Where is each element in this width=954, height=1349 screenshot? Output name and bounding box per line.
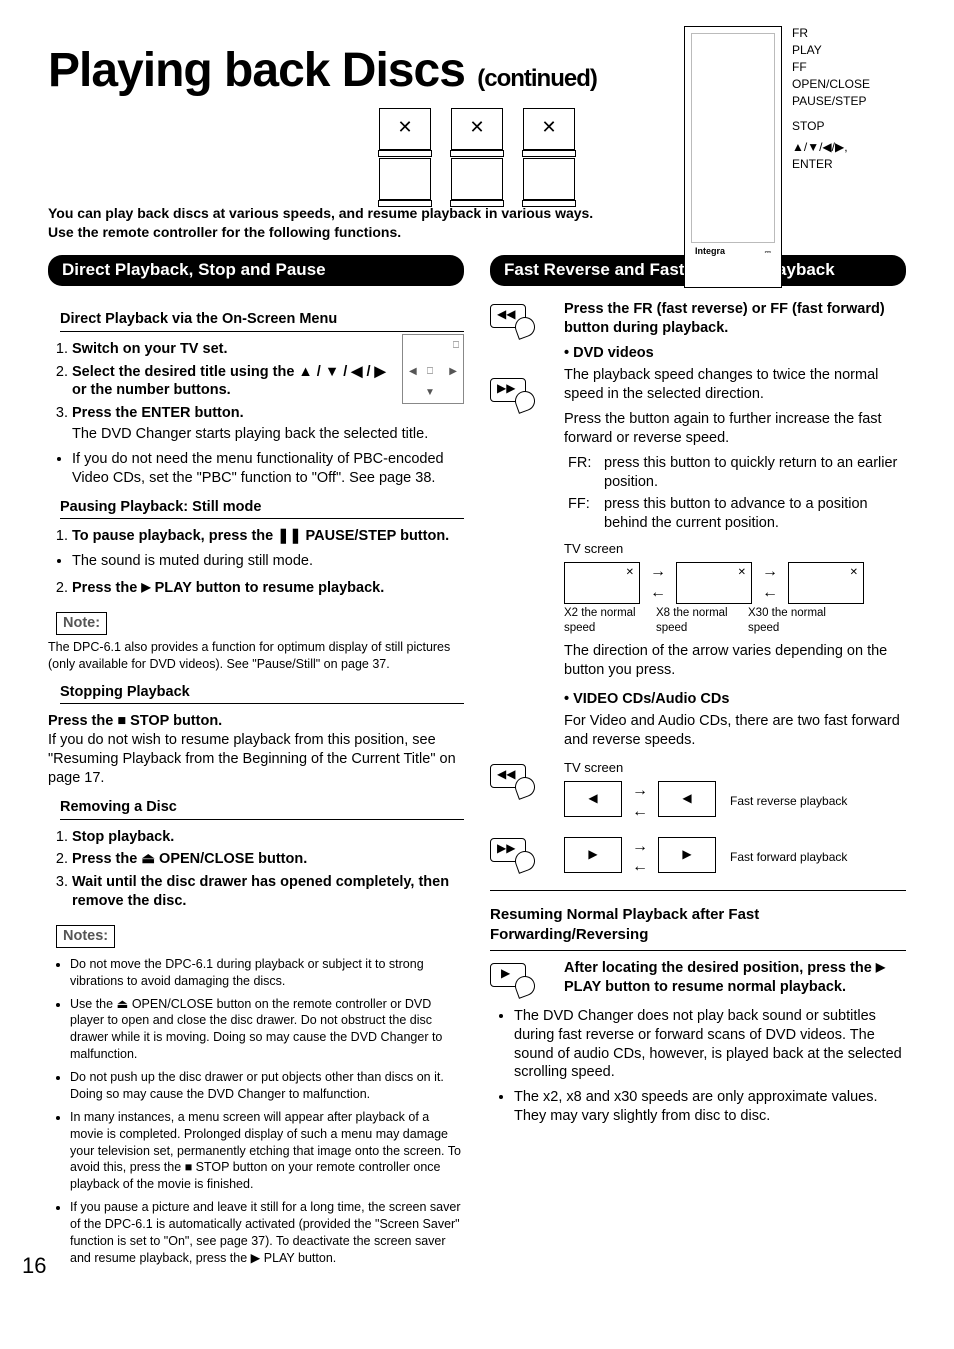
note-4: In many instances, a menu screen will ap…: [70, 1109, 464, 1193]
note-2: Use the ⏏ OPEN/CLOSE button on the remot…: [70, 996, 464, 1064]
fr-button-icon: ◀◀: [490, 304, 526, 328]
step-pause: To pause playback, press the ❚❚ PAUSE/ST…: [72, 528, 449, 544]
speed-diagram: →← →←: [564, 562, 906, 604]
stop-bold: Press the ■ STOP button.: [48, 713, 222, 729]
note-1: Do not move the DPC-6.1 during playback …: [70, 956, 464, 990]
tvscreen-label-2: TV screen: [564, 760, 906, 777]
remote-label-ff: FF: [792, 60, 870, 75]
title-main: Playing back Discs: [48, 44, 465, 97]
step1-3-tail: The DVD Changer starts playing back the …: [72, 425, 464, 444]
fr-button-icon-2: ◀◀: [490, 764, 526, 788]
step4-3: Wait until the disc drawer has opened co…: [72, 874, 449, 909]
subhead-direct-playback: Direct Playback via the On-Screen Menu: [60, 310, 464, 332]
ff-button-icon: ▶▶: [490, 378, 526, 402]
remote-label-pause: PAUSE/STEP: [792, 94, 870, 109]
fwd-diagram: ▶ →← ▶ Fast forward playback: [564, 837, 906, 879]
tvscreen-label-1: TV screen: [564, 541, 906, 558]
speed-x8: X8 the normal speed: [656, 606, 740, 636]
notes-label: Notes:: [56, 925, 115, 948]
play-icon: ▶: [876, 960, 885, 974]
dvd-line2: Press the button again to further increa…: [564, 410, 906, 448]
play-icon: ▶: [141, 580, 150, 594]
speed-x30: X30 the normal speed: [748, 606, 832, 636]
fr-def-label: FR:: [568, 454, 604, 492]
stop-text: If you do not wish to resume playback fr…: [48, 731, 464, 788]
rev-label: Fast reverse playback: [730, 794, 847, 810]
note-5: If you pause a picture and leave it stil…: [70, 1199, 464, 1267]
right-column: Fast Reverse and Fast Forward Playback ◀…: [490, 255, 906, 1273]
step1-2: Select the desired title using the ▲ / ▼…: [72, 364, 386, 399]
bullet-muted: The sound is muted during still mode.: [72, 552, 464, 571]
fwd-label: Fast forward playback: [730, 850, 847, 866]
direction-text: The direction of the arrow varies depend…: [564, 642, 906, 680]
ff-button-icon-2: ▶▶: [490, 838, 526, 862]
ff-def-label: FF:: [568, 495, 604, 533]
page-number: 16: [22, 1252, 46, 1281]
intro-text: You can play back discs at various speed…: [48, 204, 608, 240]
notes-block: Do not move the DPC-6.1 during playback …: [48, 956, 464, 1267]
left-column: Direct Playback, Stop and Pause Direct P…: [48, 255, 464, 1273]
ff-def-text: press this button to advance to a positi…: [604, 495, 906, 533]
vcd-text: For Video and Audio CDs, there are two f…: [564, 712, 906, 750]
rev-diagram: ◀ →← ◀ Fast reverse playback: [564, 781, 906, 823]
step1-3: Press the ENTER button.: [72, 405, 244, 421]
remote-label-fr: FR: [792, 26, 870, 41]
bullet-dvd-videos: • DVD videos: [564, 344, 906, 363]
subhead-resuming: Resuming Normal Playback after Fast Forw…: [490, 905, 906, 944]
mini-remote-icon: ⎕ ◀ ⎕ ▶ ▼: [402, 334, 464, 404]
step4-1: Stop playback.: [72, 829, 174, 845]
resume-bold: After locating the desired position, pre…: [564, 959, 906, 997]
subhead-stopping: Stopping Playback: [60, 683, 464, 705]
disc-illustration: [48, 108, 906, 198]
bullet-pbc: If you do not need the menu functionalit…: [72, 450, 464, 488]
speed-x2: X2 the normal speed: [564, 606, 648, 636]
fr-def-text: press this button to quickly return to a…: [604, 454, 906, 492]
dvd-line1: The playback speed changes to twice the …: [564, 366, 906, 404]
remote-label-open: OPEN/CLOSE: [792, 77, 870, 92]
step-resume-play: Press the ▶ PLAY button to resume playba…: [72, 580, 384, 596]
resume-note-2: The x2, x8 and x30 speeds are only appro…: [514, 1088, 906, 1126]
step4-2: Press the ⏏ OPEN/CLOSE button.: [72, 851, 307, 867]
step1-1: Switch on your TV set.: [72, 341, 228, 357]
note-3: Do not push up the disc drawer or put ob…: [70, 1069, 464, 1103]
resume-note-1: The DVD Changer does not play back sound…: [514, 1007, 906, 1082]
remote-brand: Integra: [695, 246, 725, 257]
note-text: The DPC-6.1 also provides a function for…: [48, 639, 464, 673]
subhead-pausing: Pausing Playback: Still mode: [60, 498, 464, 520]
title-continued: (continued): [477, 65, 597, 92]
bullet-vcd: • VIDEO CDs/Audio CDs: [564, 690, 906, 709]
subhead-press-fr-ff: Press the FR (fast reverse) or FF (fast …: [564, 300, 906, 338]
subhead-removing: Removing a Disc: [60, 798, 464, 820]
section-direct-playback: Direct Playback, Stop and Pause: [48, 255, 464, 286]
play-button-icon: ▶: [490, 963, 526, 987]
remote-label-play: PLAY: [792, 43, 870, 58]
note-label: Note:: [56, 612, 107, 635]
